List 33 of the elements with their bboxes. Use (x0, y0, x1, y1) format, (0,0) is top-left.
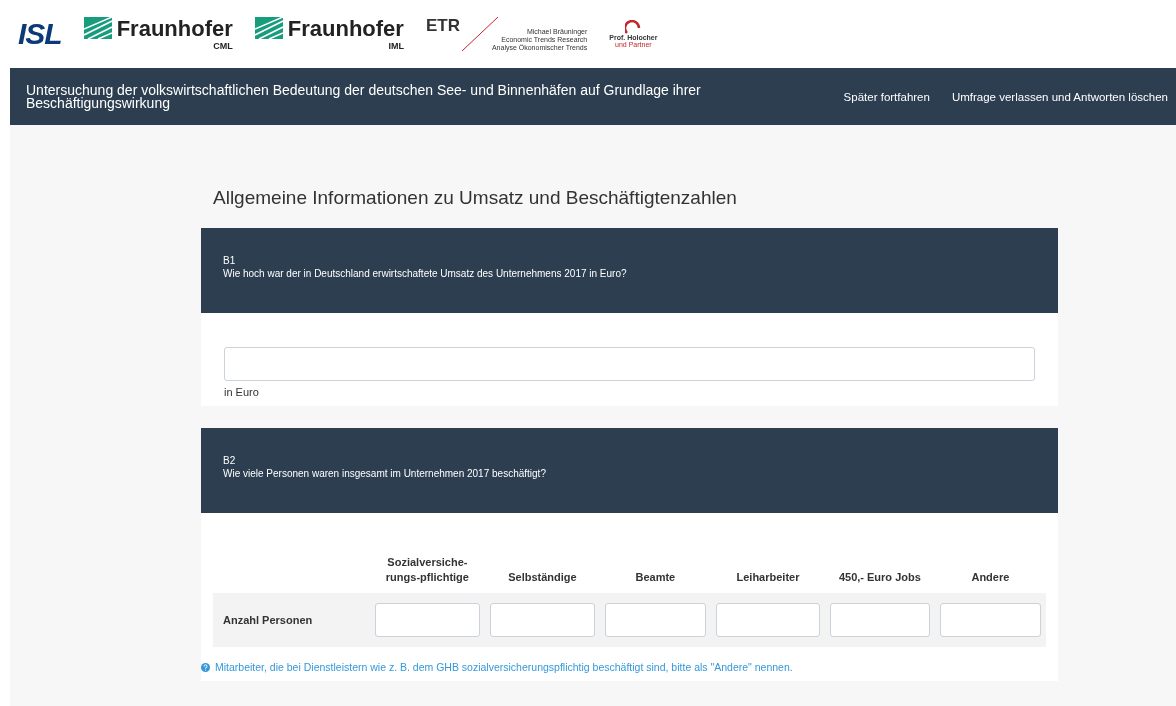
survey-title: Untersuchung der volkswirtschaftlichen Bedeutung der deutschen See- und Binnenhäfen auf Grundlage ihrer Beschäftigungswirkung (26, 83, 702, 110)
logo-text: Fraunhofer (287, 17, 404, 41)
header-link[interactable]: Umfrage verlassen und Antworten löschen (951, 90, 1168, 103)
column-header: Selbständige (485, 547, 600, 593)
input-field[interactable] (829, 603, 930, 637)
unit-label: in Euro (224, 386, 260, 398)
logo-subtext: CML (213, 41, 233, 51)
column-header: Andere (934, 547, 1046, 593)
input-field[interactable] (716, 603, 820, 637)
input-field[interactable] (490, 603, 595, 637)
stripes-icon (254, 17, 283, 39)
section-title: Allgemeine Informationen zu Umsatz und Beschäftigtenzahlen (213, 187, 738, 209)
arc-icon (625, 20, 642, 34)
logo-text: Fraunhofer (116, 17, 233, 41)
question-text: Wie viele Personen waren insgesamt im Unternehmen 2017 beschäftigt? (223, 467, 547, 480)
logo-text: ETR (425, 16, 460, 36)
isl-logo: ISL (18, 17, 62, 51)
column-header: 450,- Euro Jobs (824, 547, 935, 593)
input-field[interactable] (374, 603, 481, 637)
question-code: B2 (223, 454, 237, 467)
column-header: Leiharbeiter (711, 547, 825, 593)
question-code: B1 (223, 254, 237, 267)
header-link[interactable]: Später fortfahren (843, 90, 930, 103)
input-field[interactable] (224, 347, 1035, 381)
row-label: Anzahl Personen (213, 593, 370, 647)
question-text: Wie hoch war der in Deutschland erwirtschaftete Umsatz des Unternehmens 2017 in Euro? (223, 267, 628, 280)
logo-subtext: IML (388, 41, 404, 51)
input-field[interactable] (604, 603, 707, 637)
input-field[interactable] (939, 603, 1041, 637)
column-header: Sozialversiche-rungs-pflichtige (369, 547, 486, 593)
column-header: Beamte (599, 547, 712, 593)
stripes-icon (83, 17, 112, 39)
hint-text: Mitarbeiter, die bei Dienstleistern wie z. B. dem GHB sozialversicherungspflichtig beschäftigt sind, bitte als "Andere" nennen. (215, 661, 793, 673)
